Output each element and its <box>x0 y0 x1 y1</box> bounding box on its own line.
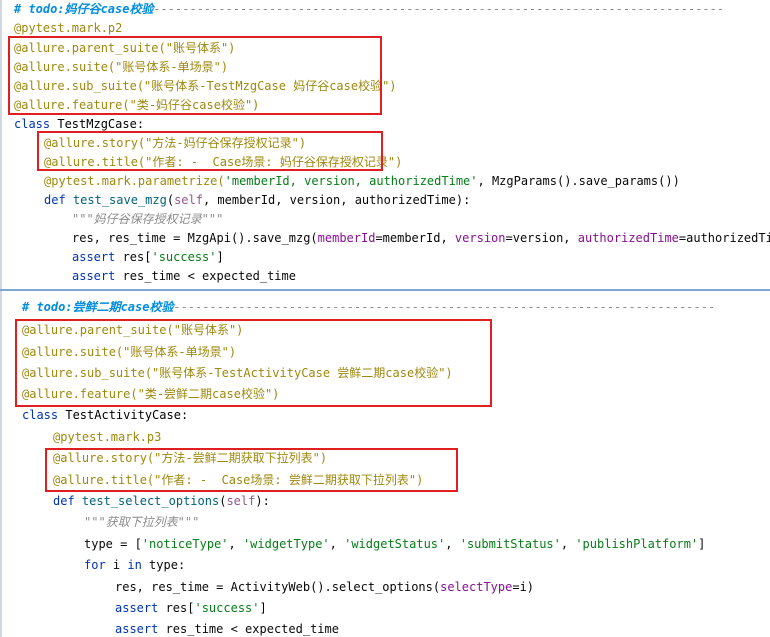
assert-expr-b: ] <box>259 601 267 615</box>
code-line-parent-suite: @allure.parent_suite("账号体系") <box>22 323 244 337</box>
code-line-parent-suite: @allure.parent_suite("账号体系") <box>14 41 236 55</box>
type-sep: , <box>445 537 460 551</box>
kwarg-value-2: =version, <box>505 231 578 245</box>
kwarg-member-id: memberId <box>317 231 376 245</box>
paren-open: ( <box>166 193 175 207</box>
code-line-parametrize: @pytest.mark.parametrize('memberId, vers… <box>44 172 680 191</box>
code-line-assert-success: assert res['success'] <box>115 599 267 618</box>
type-assign: type = [ <box>84 537 142 551</box>
parametrize-decorator: @pytest.mark.parametrize( <box>44 174 225 188</box>
assert-keyword: assert <box>115 622 159 636</box>
call-lhs: res, res_time = ActivityWeb().select_opt… <box>115 580 441 594</box>
class-keyword: class <box>14 117 51 131</box>
gutter-bar <box>0 291 2 637</box>
type-item: 'widgetStatus' <box>344 537 446 551</box>
gutter-bar <box>0 0 2 289</box>
code-line-sub-suite: @allure.sub_suite("账号体系-TestActivityCase… <box>22 366 453 380</box>
code-line-feature: @allure.feature("类-尝鲜二期case校验") <box>22 387 280 401</box>
def-keyword: def <box>44 193 66 207</box>
kwarg-value-1: =memberId, <box>375 231 455 245</box>
code-line-todo: # todo:妈仔谷case校验------------------------… <box>14 0 724 19</box>
code-line-def: def test_select_options(self): <box>53 492 270 511</box>
self-param: self <box>174 193 203 207</box>
for-keyword: for <box>84 558 106 572</box>
comment-dashes: ----------------------------------------… <box>153 2 725 16</box>
assert-string: 'success' <box>194 601 260 615</box>
assert-expr-a: res[ <box>115 250 152 264</box>
call-rest: =i) <box>512 580 535 594</box>
type-item: 'submitStatus' <box>459 537 561 551</box>
assert-expr-a: res[ <box>158 601 195 615</box>
todo-comment: # todo:妈仔谷case校验 <box>14 2 154 16</box>
code-line-assert-success: assert res['success'] <box>72 248 224 267</box>
kwarg-authorized-time: authorizedTime <box>577 231 679 245</box>
self-param: self <box>226 494 256 508</box>
call-lhs: res, res_time = MzgApi().save_mzg( <box>72 231 318 245</box>
code-line-docstring: """妈仔谷保存授权记录""" <box>72 212 224 226</box>
for-var: i <box>105 558 128 572</box>
todo-comment: # todo:尝鲜二期case校验 <box>22 300 174 314</box>
assert-keyword: assert <box>72 250 116 264</box>
code-line-type-list: type = ['noticeType', 'widgetType', 'wid… <box>84 535 705 554</box>
function-name: test_select_options <box>81 494 220 508</box>
parametrize-string: 'memberId, version, authorizedTime' <box>224 174 478 188</box>
paren-close: ): <box>255 494 270 508</box>
kwarg-version: version <box>454 231 506 245</box>
code-editor-panel-top[interactable]: # todo:妈仔谷case校验------------------------… <box>0 0 770 289</box>
code-line-story: @allure.story("方法-妈仔谷保存授权记录") <box>44 136 307 150</box>
code-line-mark: @pytest.mark.p2 <box>14 21 123 35</box>
code-line-for: for i in type: <box>84 556 185 575</box>
def-keyword: def <box>53 494 75 508</box>
code-line-call: res, res_time = ActivityWeb().select_opt… <box>115 578 534 597</box>
class-name: TestMzgCase: <box>57 117 145 131</box>
code-line-suite: @allure.suite("账号体系-单场景") <box>22 345 237 359</box>
in-keyword: in <box>127 558 142 572</box>
assert-expr-b: ] <box>216 250 224 264</box>
type-sep: , <box>228 537 243 551</box>
class-keyword: class <box>22 408 59 422</box>
code-line-todo: # todo:尝鲜二期case校验-----------------------… <box>22 298 715 317</box>
type-sep: , <box>560 537 576 551</box>
code-line-class: class TestMzgCase: <box>14 115 144 134</box>
code-editor-panel-bottom[interactable]: # todo:尝鲜二期case校验-----------------------… <box>0 291 770 637</box>
type-close: ] <box>698 537 706 551</box>
for-iterable: type: <box>141 558 186 572</box>
function-args: , memberId, version, authorizedTime): <box>202 193 471 207</box>
code-line-assert-time: assert res_time < expected_time <box>115 620 339 637</box>
assert-keyword: assert <box>72 269 116 283</box>
code-line-story: @allure.story("方法-尝鲜二期获取下拉列表") <box>53 451 328 465</box>
assert-keyword: assert <box>115 601 159 615</box>
type-item: 'publishPlatform' <box>575 537 699 551</box>
type-item: 'noticeType' <box>141 537 229 551</box>
code-line-def: def test_save_mzg(self, memberId, versio… <box>44 191 470 210</box>
code-line-suite: @allure.suite("账号体系-单场景") <box>14 60 229 74</box>
assert-time-expr: res_time < expected_time <box>158 622 339 636</box>
assert-time-expr: res_time < expected_time <box>115 269 296 283</box>
code-line-assert-time: assert res_time < expected_time <box>72 267 296 286</box>
type-sep: , <box>329 537 345 551</box>
kwarg-select-type: selectType <box>440 580 513 594</box>
code-line-title: @allure.title("作者: - Case场景: 尝鲜二期获取下拉列表"… <box>53 473 424 487</box>
code-line-docstring: """获取下拉列表""" <box>84 515 200 529</box>
code-line-title: @allure.title("作者: - Case场景: 妈仔谷保存授权记录") <box>44 155 403 169</box>
comment-dashes: ----------------------------------------… <box>173 300 716 314</box>
code-line-call: res, res_time = MzgApi().save_mzg(member… <box>72 229 770 248</box>
assert-string: 'success' <box>151 250 217 264</box>
parametrize-rest: , MzgParams().save_params()) <box>477 174 680 188</box>
class-name: TestActivityCase: <box>65 408 189 422</box>
function-name: test_save_mzg <box>72 193 167 207</box>
code-line-feature: @allure.feature("类-妈仔谷case校验") <box>14 98 260 112</box>
type-item: 'widgetType' <box>242 537 330 551</box>
code-line-sub-suite: @allure.sub_suite("账号体系-TestMzgCase 妈仔谷c… <box>14 79 397 93</box>
code-line-class: class TestActivityCase: <box>22 406 188 425</box>
kwarg-value-3: =authorizedTime) <box>678 231 770 245</box>
code-line-mark: @pytest.mark.p3 <box>53 430 162 444</box>
